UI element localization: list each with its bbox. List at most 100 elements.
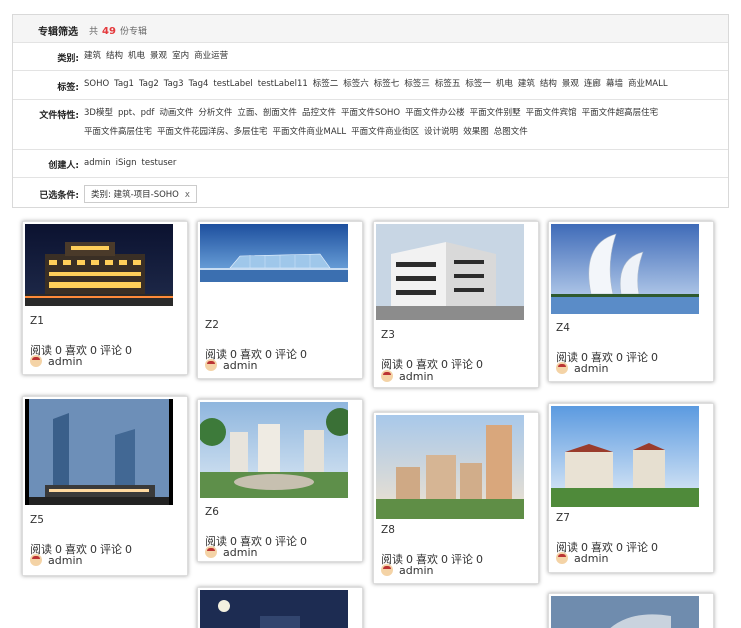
album-card[interactable]: Z3 阅读 0 喜欢 0 评论 0 admin <box>373 221 539 388</box>
album-title[interactable]: Z7 <box>556 512 570 524</box>
album-card[interactable] <box>197 587 363 628</box>
comment-label: 评论 <box>626 541 648 554</box>
filter-option[interactable]: 平面文件花园洋房、多层住宅 <box>157 127 268 137</box>
filter-option[interactable]: 总图文件 <box>494 127 528 137</box>
filter-option[interactable]: 标签二 <box>313 79 339 89</box>
filter-option[interactable]: Tag2 <box>139 79 159 89</box>
album-author[interactable]: admin <box>381 564 433 577</box>
filter-option[interactable]: 标签七 <box>374 79 400 89</box>
filter-row-creator: 创建人: admin iSign testuser <box>13 149 728 177</box>
filter-option[interactable]: 景观 <box>150 51 167 61</box>
filter-option[interactable]: testuser <box>142 158 177 168</box>
comment-count: 0 <box>125 344 132 357</box>
album-author[interactable]: admin <box>556 552 608 565</box>
album-cover-image[interactable] <box>376 415 524 519</box>
album-cover-image[interactable] <box>200 402 348 498</box>
album-cover-image[interactable] <box>376 224 524 320</box>
filter-option[interactable]: 结构 <box>106 51 123 61</box>
author-name[interactable]: admin <box>48 355 82 368</box>
filter-option[interactable]: 机电 <box>128 51 145 61</box>
filter-option[interactable]: 动画文件 <box>159 108 193 118</box>
author-name[interactable]: admin <box>399 370 433 383</box>
album-title[interactable]: Z8 <box>381 524 395 536</box>
album-cover-image[interactable] <box>200 224 348 282</box>
filter-option[interactable]: 平面文件宾馆 <box>526 108 577 118</box>
filter-option[interactable]: 标签五 <box>435 79 461 89</box>
filter-option[interactable]: testLabel <box>213 79 252 89</box>
filter-option[interactable]: 商业MALL <box>628 79 668 89</box>
filter-option[interactable]: 建筑 <box>518 79 535 89</box>
filter-option[interactable]: SOHO <box>84 79 109 89</box>
filter-option[interactable]: testLabel11 <box>258 79 308 89</box>
album-cover-image[interactable] <box>25 224 173 306</box>
album-card[interactable]: Z6 阅读 0 喜欢 0 评论 0 admin <box>197 399 363 562</box>
author-name[interactable]: admin <box>574 552 608 565</box>
filter-option[interactable]: ppt、pdf <box>118 108 154 118</box>
album-title[interactable]: Z5 <box>30 514 44 526</box>
album-author[interactable]: admin <box>205 359 257 372</box>
comment-count: 0 <box>300 348 307 361</box>
filter-option[interactable]: 平面文件超高层住宅 <box>582 108 659 118</box>
filter-option[interactable]: Tag3 <box>164 79 184 89</box>
album-card[interactable] <box>548 593 714 628</box>
comment-count: 0 <box>125 543 132 556</box>
filter-option[interactable]: 室内 <box>172 51 189 61</box>
filter-option[interactable]: 平面文件别墅 <box>470 108 521 118</box>
filter-option[interactable]: iSign <box>116 158 137 168</box>
filter-option[interactable]: 平面文件SOHO <box>341 108 400 118</box>
album-card[interactable]: Z2 阅读 0 喜欢 0 评论 0 admin <box>197 221 363 379</box>
filter-option[interactable]: 标签六 <box>343 79 369 89</box>
album-card[interactable]: Z5 阅读 0 喜欢 0 评论 0 admin <box>22 396 188 576</box>
filter-option[interactable]: 平面文件高层住宅 <box>84 127 152 137</box>
filter-option[interactable]: 景观 <box>562 79 579 89</box>
album-cover-image[interactable] <box>25 399 173 505</box>
album-card[interactable]: Z1 阅读 0 喜欢 0 评论 0 admin <box>22 221 188 375</box>
filter-option[interactable]: 品控文件 <box>302 108 336 118</box>
selected-condition-chip[interactable]: 类别: 建筑-项目-SOHO x <box>84 185 197 203</box>
filter-option[interactable]: 标签一 <box>465 79 491 89</box>
album-cover-image[interactable] <box>551 596 699 628</box>
filter-option[interactable]: 平面文件办公楼 <box>405 108 465 118</box>
album-card[interactable]: Z8 阅读 0 喜欢 0 评论 0 admin <box>373 412 539 584</box>
filter-option[interactable]: 机电 <box>496 79 513 89</box>
category-label: 类别: <box>57 54 79 64</box>
filter-option[interactable]: 平面文件商业MALL <box>273 127 347 137</box>
filter-option[interactable]: 效果图 <box>463 127 489 137</box>
album-cover-image[interactable] <box>551 224 699 314</box>
author-name[interactable]: admin <box>48 554 82 567</box>
album-cover-image[interactable] <box>551 406 699 507</box>
album-author[interactable]: admin <box>381 370 433 383</box>
album-author[interactable]: admin <box>30 355 82 368</box>
album-card[interactable]: Z4 阅读 0 喜欢 0 评论 0 admin <box>548 221 714 382</box>
album-author[interactable]: admin <box>30 554 82 567</box>
creator-label: 创建人: <box>48 161 79 171</box>
filter-option[interactable]: 3D模型 <box>84 108 113 118</box>
filter-option[interactable]: 标签三 <box>404 79 430 89</box>
filter-option[interactable]: 平面文件商业街区 <box>351 127 419 137</box>
filter-option[interactable]: admin <box>84 158 111 168</box>
album-title[interactable]: Z3 <box>381 329 395 341</box>
author-name[interactable]: admin <box>399 564 433 577</box>
filter-option[interactable]: 立面、剖面文件 <box>237 108 297 118</box>
filter-option[interactable]: 结构 <box>540 79 557 89</box>
album-card[interactable]: Z7 阅读 0 喜欢 0 评论 0 admin <box>548 403 714 573</box>
filter-option[interactable]: 设计说明 <box>424 127 458 137</box>
remove-condition-icon[interactable]: x <box>185 190 190 200</box>
filter-option[interactable]: 幕墙 <box>606 79 623 89</box>
album-author[interactable]: admin <box>556 362 608 375</box>
author-name[interactable]: admin <box>574 362 608 375</box>
filter-option[interactable]: 分析文件 <box>198 108 232 118</box>
album-title[interactable]: Z1 <box>30 315 44 327</box>
album-title[interactable]: Z6 <box>205 506 219 518</box>
author-name[interactable]: admin <box>223 359 257 372</box>
filter-option[interactable]: Tag4 <box>189 79 209 89</box>
album-title[interactable]: Z2 <box>205 319 219 331</box>
album-title[interactable]: Z4 <box>556 322 570 334</box>
album-author[interactable]: admin <box>205 546 257 559</box>
filter-option[interactable]: Tag1 <box>114 79 134 89</box>
author-name[interactable]: admin <box>223 546 257 559</box>
filter-option[interactable]: 连廊 <box>584 79 601 89</box>
album-cover-image[interactable] <box>200 590 348 628</box>
filter-option[interactable]: 商业运营 <box>194 51 228 61</box>
filter-option[interactable]: 建筑 <box>84 51 101 61</box>
